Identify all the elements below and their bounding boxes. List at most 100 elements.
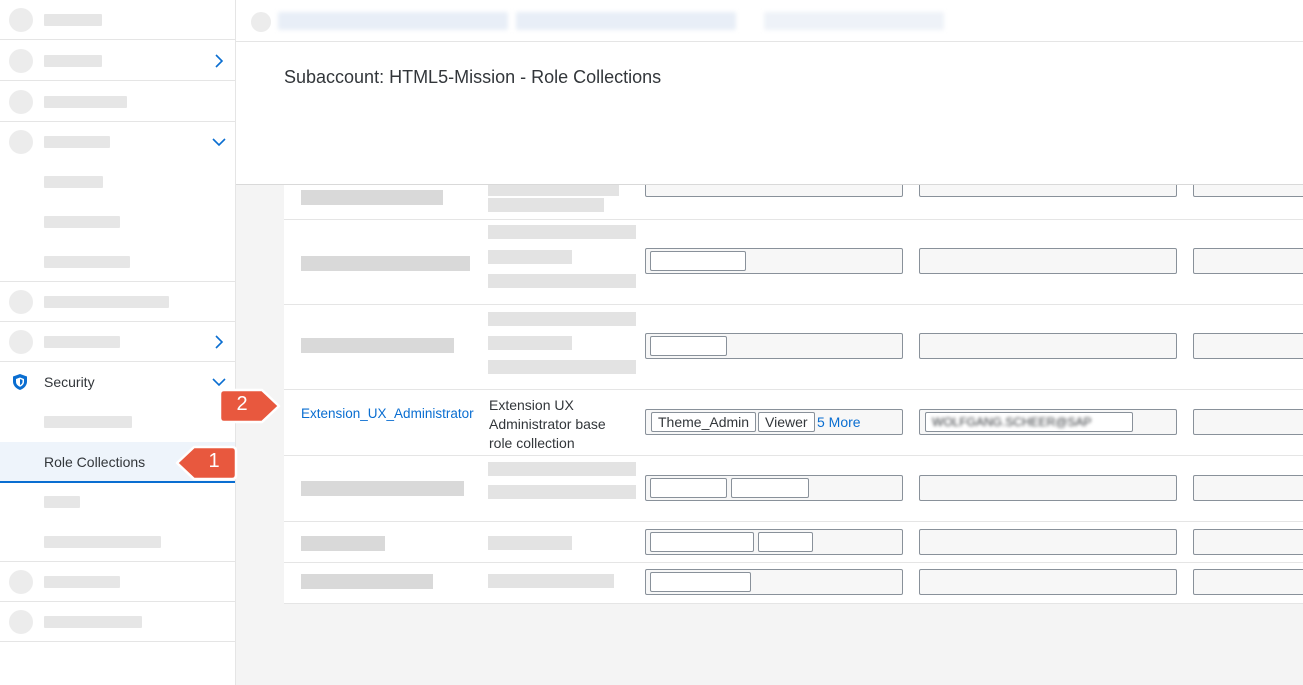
callout-marker-2: 2 [218, 386, 282, 426]
redacted-label [44, 13, 102, 26]
redacted-label [44, 176, 103, 188]
shield-icon [13, 374, 27, 390]
main-content: Extension_UX_Administrator Extension UX … [236, 185, 1303, 685]
redacted-label [44, 496, 80, 508]
nav-icon [9, 289, 33, 314]
role-token[interactable] [650, 478, 727, 498]
sidebar-item-redacted-5[interactable] [0, 282, 235, 322]
role-token[interactable] [650, 251, 746, 271]
redacted-label [44, 535, 161, 548]
sidebar-item-redacted-1[interactable] [0, 0, 235, 40]
role-token[interactable] [650, 572, 751, 592]
sidebar-item-redacted-2[interactable] [0, 41, 235, 81]
roles-field[interactable] [645, 185, 903, 197]
breadcrumb[interactable] [516, 12, 736, 30]
role-token[interactable] [650, 532, 754, 552]
page-title: Subaccount: HTML5-Mission - Role Collect… [284, 67, 662, 87]
groups-field[interactable] [1193, 248, 1303, 274]
redacted-description [488, 485, 636, 499]
redacted-label [44, 255, 130, 268]
groups-field[interactable] [1193, 475, 1303, 501]
role-token-viewer[interactable]: Viewer [758, 412, 815, 432]
sidebar-item-redacted-6[interactable] [0, 322, 235, 362]
groups-field[interactable] [1193, 569, 1303, 595]
sidebar-item-redacted-8[interactable] [0, 602, 235, 642]
table-row[interactable] [284, 563, 1303, 604]
sidebar-item-label: Role Collections [44, 453, 146, 470]
roles-field[interactable] [645, 333, 903, 359]
role-token[interactable] [758, 532, 813, 552]
sidebar-subitem-redacted[interactable] [0, 202, 235, 242]
redacted-name [301, 256, 470, 271]
chevron-down-icon[interactable] [211, 134, 227, 150]
sidebar-subitem-redacted[interactable] [0, 162, 235, 202]
table-row[interactable] [284, 185, 1303, 220]
roles-field[interactable]: Theme_Admin Viewer 5 More [645, 409, 903, 435]
redacted-description [488, 250, 572, 264]
role-collection-name-link[interactable]: Extension_UX_Administrator [301, 404, 477, 423]
redacted-description [488, 574, 614, 588]
redacted-description [488, 198, 604, 212]
redacted-description [488, 536, 572, 550]
redacted-description [488, 312, 636, 326]
chevron-right-icon[interactable] [211, 334, 227, 350]
redacted-description [488, 360, 636, 374]
nav-icon [9, 130, 33, 154]
breadcrumb-bar [236, 0, 1303, 42]
groups-field[interactable] [1193, 185, 1303, 197]
redacted-label [44, 335, 120, 348]
roles-field[interactable] [645, 475, 903, 501]
users-field[interactable] [919, 185, 1177, 197]
sidebar-item-redacted-7[interactable] [0, 562, 235, 602]
redacted-label [44, 575, 120, 588]
breadcrumb[interactable] [764, 12, 944, 30]
redacted-label [44, 136, 110, 148]
groups-field[interactable] [1193, 333, 1303, 359]
redacted-label [44, 216, 120, 228]
roles-field[interactable] [645, 248, 903, 274]
groups-field[interactable] [1193, 529, 1303, 555]
callout-number: 2 [236, 393, 248, 415]
table-row-extension-ux-administrator[interactable]: Extension_UX_Administrator Extension UX … [284, 390, 1303, 456]
user-token[interactable]: WOLFGANG.SCHEER@SAP [925, 412, 1133, 432]
sidebar-item-redacted-4[interactable] [0, 122, 235, 162]
role-collections-table: Extension_UX_Administrator Extension UX … [284, 185, 1303, 604]
table-row[interactable] [284, 220, 1303, 305]
redacted-label [44, 295, 169, 308]
more-roles-link[interactable]: 5 More [817, 414, 861, 430]
users-field[interactable] [919, 248, 1177, 274]
sidebar-subitem-redacted[interactable] [0, 242, 235, 282]
redacted-description [488, 185, 619, 196]
redacted-label [44, 615, 142, 628]
sidebar-item-redacted-3[interactable] [0, 82, 235, 122]
sidebar-subitem-redacted[interactable] [0, 482, 235, 522]
callout-number: 1 [208, 450, 220, 472]
redacted-label [44, 54, 102, 67]
table-row[interactable] [284, 305, 1303, 390]
role-token[interactable] [731, 478, 809, 498]
users-field[interactable] [919, 333, 1177, 359]
roles-field[interactable] [645, 569, 903, 595]
role-token-theme-admin[interactable]: Theme_Admin [651, 412, 757, 432]
sidebar-subitem-redacted[interactable] [0, 402, 235, 442]
table-row[interactable] [284, 456, 1303, 522]
role-token[interactable] [650, 336, 727, 356]
table-row[interactable] [284, 522, 1303, 563]
nav-icon [9, 329, 33, 354]
breadcrumb[interactable] [278, 12, 508, 30]
users-field[interactable]: WOLFGANG.SCHEER@SAP [919, 409, 1177, 435]
roles-field[interactable] [645, 529, 903, 555]
nav-icon [9, 569, 33, 594]
home-icon[interactable] [251, 12, 271, 32]
users-field[interactable] [919, 475, 1177, 501]
users-field[interactable] [919, 529, 1177, 555]
redacted-user: WOLFGANG.SCHEER@SAP [932, 415, 1092, 429]
chevron-right-icon[interactable] [211, 53, 227, 69]
page-header: Subaccount: HTML5-Mission - Role Collect… [236, 42, 1303, 185]
groups-field[interactable] [1193, 409, 1303, 435]
users-field[interactable] [919, 569, 1177, 595]
redacted-name [301, 338, 454, 353]
sidebar-subitem-redacted[interactable] [0, 522, 235, 562]
nav-icon [9, 48, 33, 73]
sidebar-item-security[interactable]: Security [0, 362, 235, 402]
